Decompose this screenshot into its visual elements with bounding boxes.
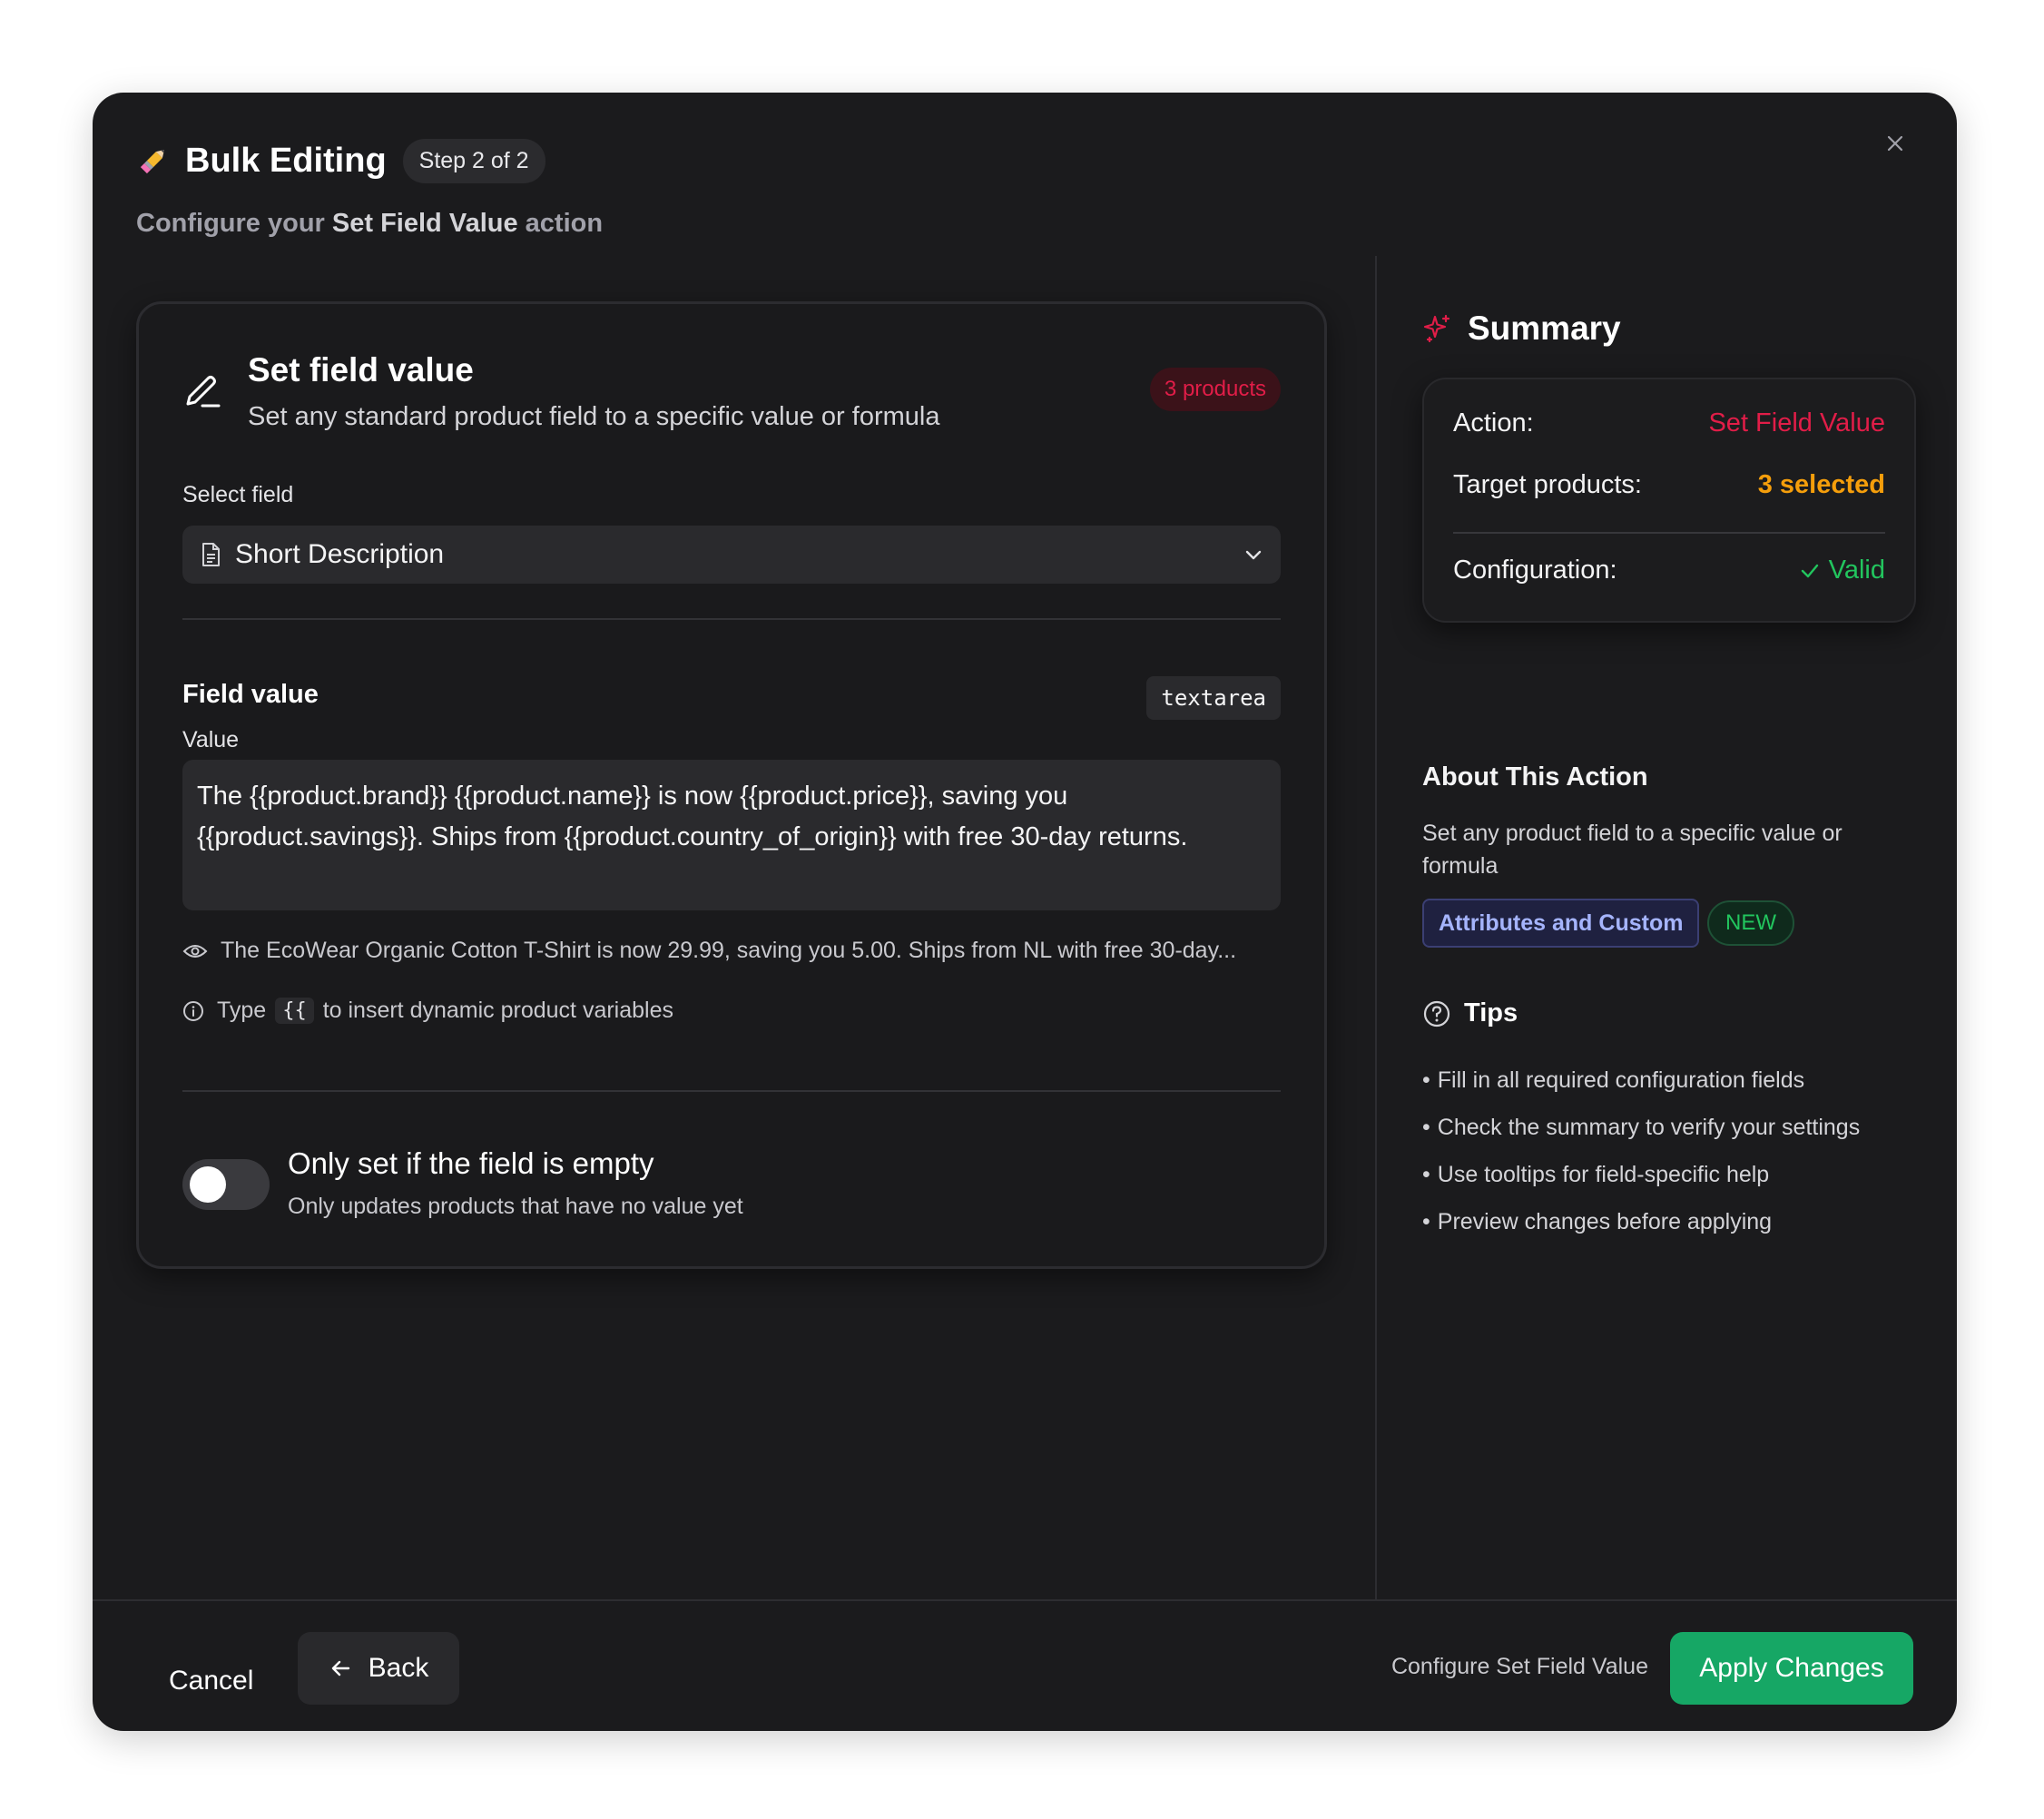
new-badge: NEW [1707,900,1794,946]
summary-card: Action: Set Field Value Target products:… [1422,378,1916,623]
close-icon [1887,135,1903,152]
summary-title: Summary [1468,310,1621,347]
selected-field-value: Short Description [235,539,445,569]
modal-footer: Cancel Back Configure Set Field Value Ap… [93,1599,1957,1731]
tip-item: Preview changes before applying [1422,1198,1860,1245]
modal-subtitle: Configure your Set Field Value action [136,209,1913,239]
tip-item: Use tooltips for field-specific help [1422,1151,1860,1198]
summary-panel: Summary Action: Set Field Value Target p… [1422,301,1916,1234]
hint-prefix: Type [217,998,267,1023]
sparkles-icon [1423,314,1450,343]
toggle-title: Only set if the field is empty [288,1146,654,1180]
apply-changes-button[interactable]: Apply Changes [1670,1632,1913,1705]
document-icon [202,543,220,566]
chevron-down-icon [1245,550,1262,560]
bulk-edit-modal: Bulk Editing Step 2 of 2 Configure your … [93,93,1957,1731]
eye-icon [182,944,208,958]
subtitle-prefix: Configure your [136,209,325,238]
hint-suffix: to insert dynamic product variables [322,998,673,1023]
check-icon [1801,564,1818,577]
products-badge: 3 products [1149,368,1281,411]
card-title: Set field value [248,351,474,388]
hint-key: {{ [275,998,314,1024]
subtitle-suffix: action [525,209,604,238]
config-status: Valid [1800,556,1885,585]
target-value: 3 selected [1757,470,1885,499]
only-empty-toggle[interactable] [182,1159,270,1210]
pencil-emoji-icon [140,149,165,174]
value-preview: The EcoWear Organic Cotton T-Shirt is no… [182,938,1281,964]
back-button[interactable]: Back [298,1632,459,1705]
toggle-description: Only updates products that have no value… [288,1194,743,1219]
category-badge: Attributes and Custom [1422,899,1700,948]
tip-item: Fill in all required configuration field… [1422,1057,1860,1104]
field-value-title: Field value [182,680,319,709]
about-description: Set any product field to a specific valu… [1422,821,1843,879]
variables-hint: Type {{ to insert dynamic product variab… [182,998,673,1024]
modal-title: Bulk Editing [185,141,387,180]
about-title: About This Action [1422,762,1648,792]
help-circle-icon [1423,1000,1450,1027]
tips-header: Tips [1422,998,1518,1028]
footer-note: Configure Set Field Value [1391,1654,1648,1679]
field-type-tag: textarea [1146,676,1281,720]
summary-row-target: Target products: 3 selected [1453,470,1885,500]
config-value: Valid [1828,556,1885,585]
preview-text: The EcoWear Organic Cotton T-Shirt is no… [221,938,1237,963]
subtitle-action: Set Field Value [331,209,518,238]
config-label: Configuration: [1453,556,1617,585]
cancel-button[interactable]: Cancel [147,1645,275,1717]
toggle-knob [190,1166,226,1203]
tips-list: Fill in all required configuration field… [1422,1057,1860,1245]
panel-divider [1375,256,1377,1599]
value-textarea[interactable]: The {{product.brand}} {{product.name}} i… [182,760,1281,910]
field-select[interactable]: Short Description [182,526,1281,584]
card-description: Set any standard product field to a spec… [248,402,940,431]
section-divider [182,618,1281,620]
step-badge: Step 2 of 2 [402,138,545,183]
summary-row-action: Action: Set Field Value [1453,408,1885,438]
summary-divider [1453,532,1885,534]
pencil-icon [186,376,221,408]
tip-item: Check the summary to verify your setting… [1422,1104,1860,1151]
value-label: Value [182,727,240,752]
modal-header: Bulk Editing Step 2 of 2 Configure your … [136,125,1913,252]
section-divider [182,1090,1281,1092]
arrow-left-icon [331,1660,349,1676]
target-label: Target products: [1453,470,1642,499]
summary-row-config: Configuration: Valid [1453,556,1885,585]
info-icon [183,1000,203,1021]
action-label: Action: [1453,408,1534,438]
back-label: Back [368,1653,429,1683]
action-value: Set Field Value [1708,408,1885,438]
tips-title: Tips [1464,998,1518,1027]
select-field-label: Select field [182,482,294,507]
close-button[interactable] [1877,125,1913,162]
set-field-card: Set field value Set any standard product… [136,301,1327,1269]
